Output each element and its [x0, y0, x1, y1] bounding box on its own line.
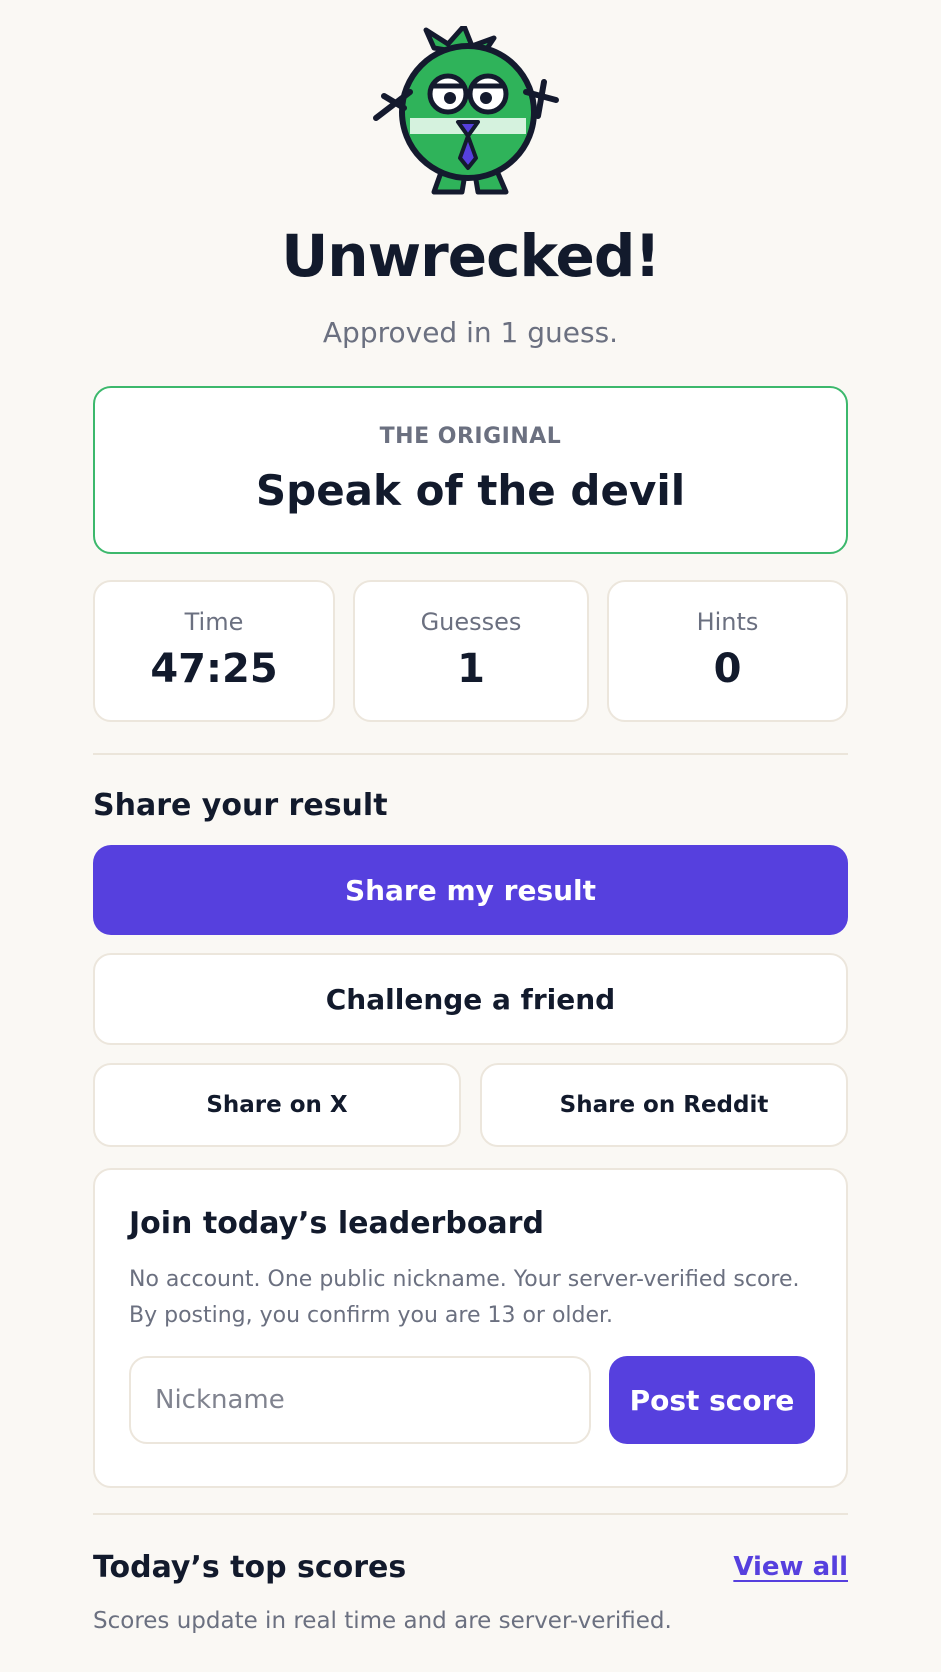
stat-label: Time — [184, 608, 244, 636]
stat-label: Guesses — [420, 608, 522, 636]
view-all-link[interactable]: View all — [733, 1552, 848, 1582]
divider — [93, 1513, 848, 1515]
stat-time: Time 47:25 — [93, 580, 335, 722]
challenge-friend-button[interactable]: Challenge a friend — [93, 953, 848, 1045]
top-scores-note: Scores update in real time and are serve… — [93, 1608, 672, 1634]
stat-hints: Hints 0 — [607, 580, 848, 722]
top-scores-heading: Today’s top scores — [93, 1550, 407, 1585]
share-heading: Share your result — [93, 788, 388, 823]
share-result-button[interactable]: Share my result — [93, 845, 848, 935]
leaderboard-heading: Join today’s leaderboard — [129, 1206, 544, 1241]
share-x-button[interactable]: Share on X — [93, 1063, 461, 1147]
post-score-button[interactable]: Post score — [609, 1356, 815, 1444]
nickname-input[interactable] — [129, 1356, 591, 1444]
stat-value: 47:25 — [150, 646, 278, 692]
result-title: Unwrecked! — [281, 222, 661, 290]
share-reddit-button[interactable]: Share on Reddit — [480, 1063, 848, 1147]
stat-value: 1 — [457, 646, 485, 692]
divider — [93, 753, 848, 755]
leaderboard-card: Join today’s leaderboard No account. One… — [93, 1168, 848, 1488]
leaderboard-description: No account. One public nickname. Your se… — [129, 1267, 800, 1328]
mascot-icon — [373, 26, 559, 195]
stat-guesses: Guesses 1 — [353, 580, 589, 722]
original-phrase-card: THE ORIGINAL Speak of the devil — [93, 386, 848, 554]
original-phrase: Speak of the devil — [255, 466, 686, 515]
original-label: THE ORIGINAL — [379, 424, 562, 449]
result-subtitle: Approved in 1 guess. — [322, 316, 619, 349]
stat-value: 0 — [713, 646, 742, 692]
stat-label: Hints — [696, 608, 759, 636]
